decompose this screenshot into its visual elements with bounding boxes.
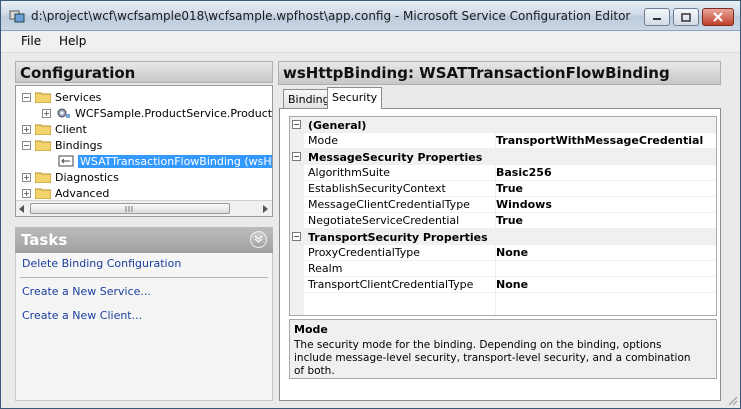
- create-client-link[interactable]: Create a New Client...: [22, 309, 142, 322]
- category-transport-security[interactable]: − TransportSecurity Properties: [290, 229, 716, 245]
- tasks-header: Tasks: [15, 227, 273, 253]
- property-row-negotiate-service-credential[interactable]: NegotiateServiceCredential True: [304, 213, 716, 229]
- right-pane: wsHttpBinding: WSATTransactionFlowBindin…: [278, 61, 721, 401]
- main-window: d:\project\wcf\wcfsample018\wcfsample.wp…: [0, 0, 741, 409]
- property-row-message-client-credential-type[interactable]: MessageClientCredentialType Windows: [304, 197, 716, 213]
- folder-icon: [35, 140, 51, 151]
- expand-icon[interactable]: +: [22, 188, 31, 198]
- expand-icon[interactable]: +: [22, 124, 31, 134]
- help-description: The security mode for the binding. Depen…: [294, 339, 691, 377]
- property-help-panel: Mode The security mode for the binding. …: [289, 319, 717, 379]
- tree-item-label: Advanced: [55, 186, 110, 200]
- scroll-thumb[interactable]: [30, 203, 230, 214]
- close-button[interactable]: [702, 8, 734, 26]
- grid-margin: [290, 117, 304, 315]
- collapse-icon[interactable]: −: [292, 152, 301, 161]
- tree-item-service[interactable]: + WCFSample.ProductService.ProductServic…: [42, 105, 273, 121]
- tree-item-diagnostics[interactable]: + Diagnostics: [22, 169, 119, 185]
- tree-item-label: Diagnostics: [55, 170, 119, 184]
- scroll-left-icon[interactable]: [19, 205, 25, 213]
- tree-item-label: Bindings: [55, 138, 103, 152]
- service-gear-icon: [57, 108, 70, 118]
- tree-item-services[interactable]: − Services: [22, 89, 101, 105]
- property-row-establish-security-context[interactable]: EstablishSecurityContext True: [304, 181, 716, 197]
- category-message-security[interactable]: − MessageSecurity Properties: [290, 149, 716, 165]
- minimize-icon: [653, 18, 661, 20]
- folder-icon: [35, 188, 51, 199]
- folder-icon: [35, 124, 51, 135]
- collapse-icon[interactable]: −: [22, 92, 31, 102]
- maximize-button[interactable]: [673, 8, 699, 26]
- minimize-button[interactable]: [644, 8, 670, 26]
- menu-help[interactable]: Help: [59, 34, 86, 48]
- tasks-collapse-button[interactable]: [250, 231, 267, 248]
- property-row-realm[interactable]: Realm: [304, 261, 716, 277]
- binding-icon: [58, 155, 74, 167]
- grip-icon: [125, 206, 133, 212]
- property-row-proxy-credential-type[interactable]: ProxyCredentialType None: [304, 245, 716, 261]
- tab-security[interactable]: Security: [327, 87, 383, 109]
- property-row-algorithm-suite[interactable]: AlgorithmSuite Basic256: [304, 165, 716, 181]
- details-title: wsHttpBinding: WSATTransactionFlowBindin…: [278, 61, 721, 85]
- folder-icon: [35, 92, 51, 103]
- tree-item-binding-config[interactable]: WSATTransactionFlowBinding (wsHttpBindin…: [58, 153, 272, 169]
- tasks-title: Tasks: [21, 231, 68, 249]
- collapse-icon[interactable]: −: [292, 232, 301, 241]
- tree-item-label: Client: [55, 122, 87, 136]
- expand-icon[interactable]: +: [22, 172, 31, 182]
- tree-item-bindings[interactable]: − Bindings: [22, 137, 102, 153]
- security-tab-page: − (General) Mode TransportWithMessageCre…: [279, 108, 721, 401]
- tree-horizontal-scrollbar[interactable]: [16, 200, 272, 216]
- property-row-transport-client-credential-type[interactable]: TransportClientCredentialType None: [304, 277, 716, 293]
- tree-item-label: Services: [55, 90, 102, 104]
- property-grid[interactable]: − (General) Mode TransportWithMessageCre…: [289, 116, 717, 316]
- left-pane: Configuration − Services + WCFSample.Pro…: [15, 61, 273, 401]
- scroll-right-icon[interactable]: [263, 205, 269, 213]
- tree-item-label: WCFSample.ProductService.ProductService: [75, 106, 273, 120]
- help-title: Mode: [294, 323, 328, 336]
- property-row-mode[interactable]: Mode TransportWithMessageCredential: [304, 133, 716, 149]
- create-service-link[interactable]: Create a New Service...: [22, 285, 151, 298]
- collapse-icon[interactable]: −: [292, 120, 301, 129]
- tree-item-client[interactable]: + Client: [22, 121, 87, 137]
- tree-item-advanced[interactable]: + Advanced: [22, 185, 109, 201]
- resize-grip-icon[interactable]: [726, 394, 738, 406]
- title-bar[interactable]: d:\project\wcf\wcfsample018\wcfsample.wp…: [1, 1, 740, 31]
- chevron-up-icon: [254, 235, 263, 243]
- menu-file[interactable]: File: [21, 34, 41, 48]
- client-area: Configuration − Services + WCFSample.Pro…: [1, 53, 740, 408]
- expand-icon[interactable]: +: [42, 108, 51, 118]
- category-general[interactable]: − (General): [290, 117, 716, 133]
- collapse-icon[interactable]: −: [22, 140, 31, 150]
- window-title: d:\project\wcf\wcfsample018\wcfsample.wp…: [31, 9, 631, 23]
- config-editor-icon: [9, 10, 25, 23]
- tree-item-label: WSATTransactionFlowBinding (wsHttpBindin…: [78, 154, 272, 168]
- close-icon: [713, 12, 723, 22]
- maximize-icon: [681, 12, 691, 22]
- menu-bar: File Help: [1, 31, 740, 53]
- folder-icon: [35, 172, 51, 183]
- configuration-header: Configuration: [15, 61, 273, 83]
- configuration-tree[interactable]: − Services + WCFSample.ProductService.Pr…: [15, 85, 273, 217]
- tasks-divider: [20, 277, 268, 278]
- tasks-body: Delete Binding Configuration Create a Ne…: [15, 253, 273, 401]
- delete-binding-link[interactable]: Delete Binding Configuration: [22, 257, 181, 270]
